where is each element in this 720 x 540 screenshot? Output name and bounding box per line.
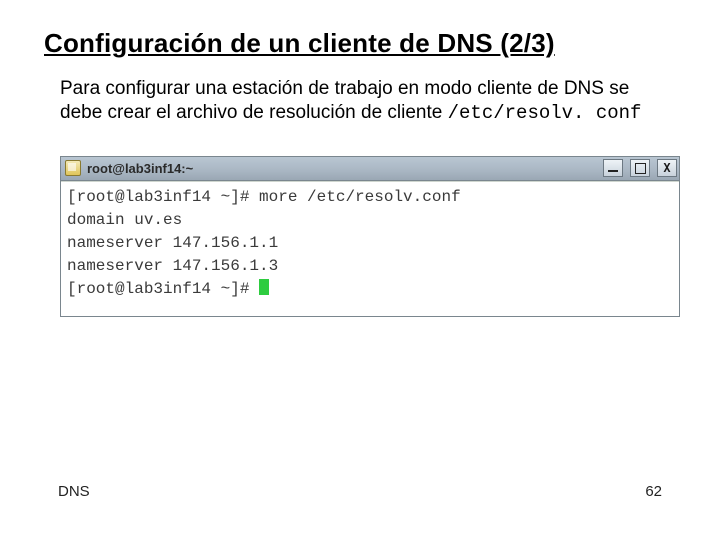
terminal-body: [root@lab3inf14 ~]# more /etc/resolv.con…: [61, 181, 679, 316]
close-button[interactable]: X: [657, 159, 677, 177]
terminal-titlebar: root@lab3inf14:~ X: [61, 157, 679, 181]
terminal-window-title: root@lab3inf14:~: [87, 161, 193, 176]
terminal-window: root@lab3inf14:~ X [root@lab3inf14 ~]# m…: [60, 156, 680, 317]
terminal-line-2: nameserver 147.156.1.1: [67, 234, 278, 252]
terminal-line-1: domain uv.es: [67, 211, 182, 229]
terminal-line-3: nameserver 147.156.1.3: [67, 257, 278, 275]
slide-footer: DNS 62: [58, 483, 662, 500]
terminal-line-0: [root@lab3inf14 ~]# more /etc/resolv.con…: [67, 188, 461, 206]
body-path: /etc/resolv. conf: [448, 102, 642, 124]
slide-title: Configuración de un cliente de DNS (2/3): [44, 28, 676, 59]
maximize-button[interactable]: [630, 159, 650, 177]
terminal-icon: [65, 160, 81, 176]
footer-left: DNS: [58, 483, 90, 500]
minimize-button[interactable]: [603, 159, 623, 177]
terminal-cursor: [259, 279, 269, 295]
footer-page-number: 62: [645, 483, 662, 500]
terminal-prompt: [root@lab3inf14 ~]#: [67, 280, 259, 298]
slide-body: Para configurar una estación de trabajo …: [60, 77, 666, 126]
